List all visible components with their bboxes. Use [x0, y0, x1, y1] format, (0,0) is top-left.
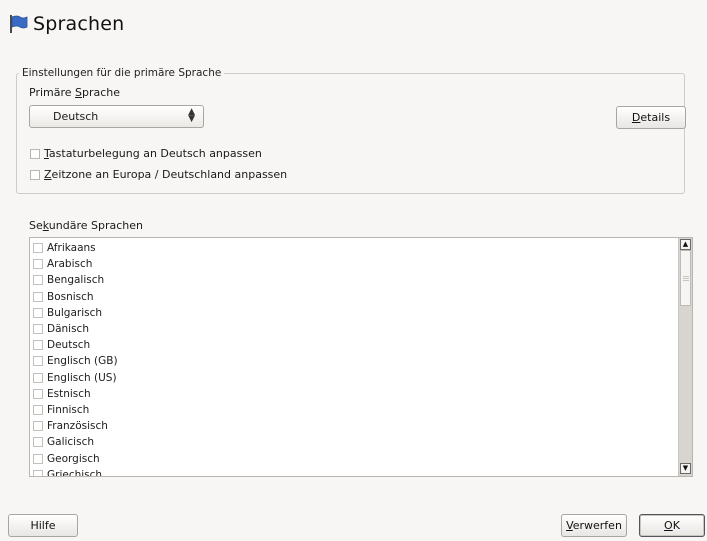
discard-button-mnemonic: V: [566, 519, 573, 532]
flag-icon: [10, 15, 28, 33]
language-list-item[interactable]: Dänisch: [33, 321, 118, 337]
language-label: Englisch (GB): [47, 355, 118, 368]
timezone-adapt-label: Zeitzone an Europa / Deutschland anpasse…: [44, 168, 287, 181]
list-scrollbar[interactable]: ▲ ▼: [678, 238, 692, 476]
language-label: Finnisch: [47, 403, 90, 416]
language-checkbox[interactable]: [33, 243, 43, 254]
ok-button-label: K: [672, 519, 680, 532]
language-list-item[interactable]: Griechisch: [33, 467, 118, 477]
language-checkbox[interactable]: [33, 453, 43, 464]
language-checkbox[interactable]: [33, 404, 43, 415]
language-checkbox[interactable]: [33, 469, 43, 476]
language-checkbox[interactable]: [33, 372, 43, 383]
help-button[interactable]: Hilfe: [8, 514, 78, 537]
language-label: Dänisch: [47, 323, 89, 336]
primary-language-select[interactable]: Deutsch ▲ ▼: [29, 105, 204, 128]
language-label: Arabisch: [47, 258, 93, 271]
secondary-languages-label-part: Se: [29, 219, 43, 232]
language-checkbox[interactable]: [33, 291, 43, 302]
language-list-item[interactable]: Französisch: [33, 418, 118, 434]
thumb-grip: [683, 278, 689, 279]
discard-button[interactable]: Verwerfen: [561, 514, 627, 537]
scroll-up-icon[interactable]: ▲: [680, 239, 691, 250]
discard-button-label: erwerfen: [572, 519, 622, 532]
primary-language-value: Deutsch: [53, 110, 99, 123]
keyboard-adapt-label: Tastaturbelegung an Deutsch anpassen: [44, 147, 262, 160]
language-list-item[interactable]: Englisch (GB): [33, 353, 118, 369]
primary-language-label-part: Primäre: [29, 86, 76, 99]
language-list-item[interactable]: Finnisch: [33, 402, 118, 418]
help-button-label: Hilfe: [30, 519, 56, 532]
language-label: Georgisch: [47, 452, 100, 465]
language-list-item[interactable]: Afrikaans: [33, 240, 118, 256]
thumb-grip: [683, 276, 689, 277]
language-checkbox[interactable]: [33, 307, 43, 318]
language-label: Bosnisch: [47, 290, 94, 303]
language-list-item[interactable]: Bulgarisch: [33, 305, 118, 321]
details-button-label: etails: [640, 111, 671, 124]
ok-button[interactable]: OK: [639, 514, 705, 537]
language-label: Bulgarisch: [47, 306, 103, 319]
language-list-item[interactable]: Georgisch: [33, 450, 118, 466]
language-checkbox[interactable]: [33, 259, 43, 270]
primary-language-label: Primäre Sprache: [29, 86, 120, 99]
language-label: Deutsch: [47, 339, 91, 352]
language-label: Estnisch: [47, 387, 91, 400]
updown-arrows-icon: ▲ ▼: [188, 107, 195, 124]
primary-language-group-label: Einstellungen für die primäre Sprache: [22, 67, 222, 79]
timezone-adapt-mnemonic: Z: [44, 168, 52, 181]
language-list-item[interactable]: Bosnisch: [33, 289, 118, 305]
language-label: Griechisch: [47, 468, 103, 477]
timezone-adapt-checkbox[interactable]: [30, 169, 40, 180]
language-list-item[interactable]: Englisch (US): [33, 370, 118, 386]
keyboard-adapt-checkbox[interactable]: [30, 148, 40, 159]
language-checkbox[interactable]: [33, 324, 43, 335]
language-checkbox[interactable]: [33, 437, 43, 448]
language-list-item[interactable]: Galicisch: [33, 434, 118, 450]
page-title-area: Sprachen: [8, 13, 124, 35]
language-list-item[interactable]: Arabisch: [33, 256, 118, 272]
keyboard-adapt-checkbox-row[interactable]: Tastaturbelegung an Deutsch anpassen: [30, 147, 262, 160]
language-checkbox[interactable]: [33, 421, 43, 432]
language-checkbox[interactable]: [33, 340, 43, 351]
language-label: Galicisch: [47, 436, 94, 449]
language-checkbox[interactable]: [33, 275, 43, 286]
language-label: Französisch: [47, 420, 108, 433]
timezone-adapt-checkbox-row[interactable]: Zeitzone an Europa / Deutschland anpasse…: [30, 168, 287, 181]
primary-language-label-part: prache: [82, 86, 121, 99]
language-label: Englisch (US): [47, 371, 117, 384]
language-label: Afrikaans: [47, 242, 96, 255]
scroll-thumb[interactable]: [680, 250, 691, 306]
language-list-item[interactable]: Bengalisch: [33, 272, 118, 288]
language-checkbox[interactable]: [33, 356, 43, 367]
language-list-item[interactable]: Deutsch: [33, 337, 118, 353]
primary-language-label-mnemonic: S: [75, 86, 83, 99]
scroll-down-icon[interactable]: ▼: [680, 463, 691, 474]
language-items: Afrikaans Arabisch Bengalisch Bosnisch Bulga…: [33, 240, 118, 477]
keyboard-adapt-text: astaturbelegung an Deutsch anpassen: [48, 147, 262, 160]
language-checkbox[interactable]: [33, 388, 43, 399]
language-label: Bengalisch: [47, 274, 105, 287]
secondary-languages-label: Sekundäre Sprachen: [29, 219, 143, 232]
timezone-adapt-text: eitzone an Europa / Deutschland anpassen: [51, 168, 288, 181]
thumb-grip: [683, 280, 689, 281]
ok-button-mnemonic: O: [664, 519, 673, 532]
page-title: Sprachen: [33, 13, 125, 35]
secondary-languages-list[interactable]: Afrikaans Arabisch Bengalisch Bosnisch Bulga…: [29, 237, 693, 477]
details-button[interactable]: Details: [616, 106, 686, 129]
language-list-item[interactable]: Estnisch: [33, 386, 118, 402]
secondary-languages-label-part: undäre Sprachen: [48, 219, 143, 232]
